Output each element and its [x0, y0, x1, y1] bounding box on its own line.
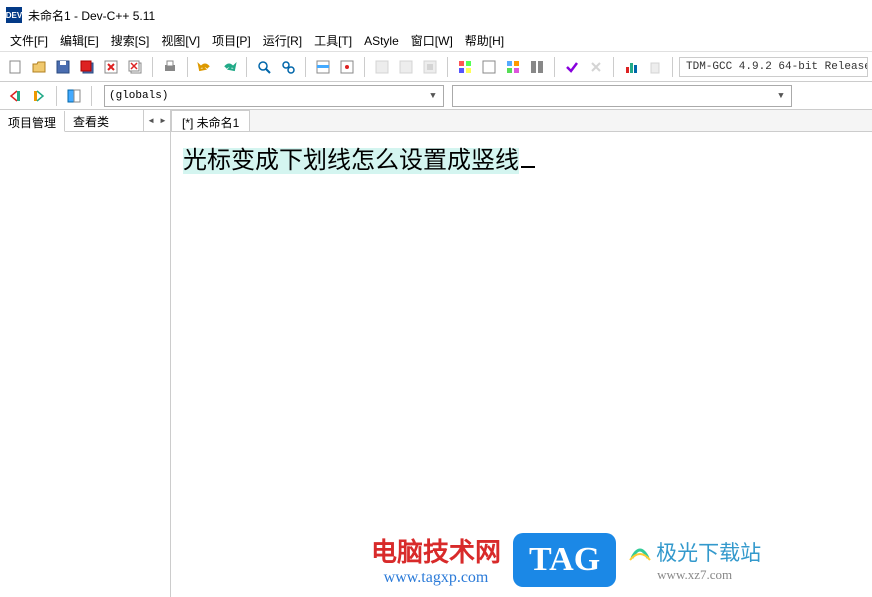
chevron-down-icon: ▼: [773, 88, 789, 104]
watermark-tag-badge: TAG: [513, 533, 616, 587]
toolbar-separator: [554, 57, 555, 77]
watermark-site2: 极光下载站 www.xz7.com: [628, 537, 761, 583]
side-tab-project[interactable]: 项目管理: [0, 111, 65, 132]
menu-search[interactable]: 搜索[S]: [105, 30, 156, 51]
watermark-site1-url: www.tagxp.com: [384, 569, 489, 587]
compiler-selector[interactable]: TDM-GCC 4.9.2 64-bit Release: [679, 57, 868, 77]
title-bar: DEV 未命名1 - Dev-C++ 5.11: [0, 0, 872, 30]
compile-button[interactable]: [371, 56, 393, 78]
chevron-down-icon: ▼: [425, 88, 441, 104]
toolbar-separator: [91, 86, 92, 106]
watermark-site1: 电脑技术网 www.tagxp.com: [371, 532, 501, 587]
replace-button[interactable]: [277, 56, 299, 78]
window-title: 未命名1 - Dev-C++ 5.11: [28, 7, 155, 24]
debug-grid1-button[interactable]: [454, 56, 476, 78]
bookmark-panel-button[interactable]: [63, 85, 85, 107]
watermark-overlay: 电脑技术网 www.tagxp.com TAG 极光下载站 www.xz7.co…: [371, 532, 761, 587]
toolbar-separator: [364, 57, 365, 77]
scope-combo[interactable]: (globals) ▼: [104, 85, 444, 107]
code-editor[interactable]: 光标变成下划线怎么设置成竖线 电脑技术网 www.tagxp.com TAG 极…: [171, 132, 872, 597]
new-file-button[interactable]: [4, 56, 26, 78]
tab-nav-right-icon[interactable]: ►: [157, 116, 169, 125]
text-cursor-underscore-icon: [521, 166, 535, 168]
debug-grid2-button[interactable]: [478, 56, 500, 78]
file-tabs: [*] 未命名1: [171, 110, 872, 132]
side-tab-classview[interactable]: 查看类: [65, 110, 144, 131]
debug-grid3-button[interactable]: [502, 56, 524, 78]
menu-bar: 文件[F] 编辑[E] 搜索[S] 视图[V] 项目[P] 运行[R] 工具[T…: [0, 30, 872, 52]
menu-help[interactable]: 帮助[H]: [459, 30, 510, 51]
aurora-logo-icon: [628, 540, 652, 564]
profile-button[interactable]: [620, 56, 642, 78]
close-button[interactable]: [100, 56, 122, 78]
find-button[interactable]: [253, 56, 275, 78]
watermark-site1-name: 电脑技术网: [371, 532, 501, 569]
watermark-site2-url: www.xz7.com: [657, 567, 732, 583]
toolbar-separator: [152, 57, 153, 77]
save-button[interactable]: [52, 56, 74, 78]
app-icon: DEV: [6, 7, 22, 23]
watermark-site2-name: 极光下载站: [628, 537, 761, 567]
side-tabs: 项目管理 查看类 ◄ ►: [0, 110, 170, 132]
editor-panel: [*] 未命名1 光标变成下划线怎么设置成竖线 电脑技术网 www.tagxp.…: [171, 110, 872, 597]
member-combo[interactable]: ▼: [452, 85, 792, 107]
editor-line-1: 光标变成下划线怎么设置成竖线: [183, 148, 519, 174]
redo-button[interactable]: [218, 56, 240, 78]
debug-grid4-button[interactable]: [526, 56, 548, 78]
print-button[interactable]: [159, 56, 181, 78]
close-all-button[interactable]: [124, 56, 146, 78]
menu-project[interactable]: 项目[P]: [206, 30, 257, 51]
debug-stop-button[interactable]: [585, 56, 607, 78]
menu-window[interactable]: 窗口[W]: [405, 30, 459, 51]
compile-run-button[interactable]: [419, 56, 441, 78]
context-toolbar: (globals) ▼ ▼: [0, 82, 872, 110]
project-tree[interactable]: [0, 132, 170, 597]
toolbar-separator: [447, 57, 448, 77]
menu-view[interactable]: 视图[V]: [155, 30, 206, 51]
menu-astyle[interactable]: AStyle: [358, 32, 405, 50]
main-toolbar: TDM-GCC 4.9.2 64-bit Release: [0, 52, 872, 82]
toolbar-separator: [246, 57, 247, 77]
watermark-site2-label: 极光下载站: [656, 537, 761, 567]
bookmark-button[interactable]: [336, 56, 358, 78]
menu-file[interactable]: 文件[F]: [4, 30, 54, 51]
undo-button[interactable]: [194, 56, 216, 78]
scope-combo-value: (globals): [109, 90, 168, 102]
run-button[interactable]: [395, 56, 417, 78]
insert-left-button[interactable]: [4, 85, 26, 107]
goto-button[interactable]: [312, 56, 334, 78]
toolbar-separator: [305, 57, 306, 77]
toolbar-separator: [56, 86, 57, 106]
side-panel: 项目管理 查看类 ◄ ►: [0, 110, 171, 597]
delete-button[interactable]: [644, 56, 666, 78]
tab-nav-left-icon[interactable]: ◄: [145, 116, 157, 125]
menu-tools[interactable]: 工具[T]: [308, 30, 358, 51]
file-tab-unnamed1[interactable]: [*] 未命名1: [171, 110, 250, 131]
main-area: 项目管理 查看类 ◄ ► [*] 未命名1 光标变成下划线怎么设置成竖线 电脑技…: [0, 110, 872, 597]
menu-run[interactable]: 运行[R]: [257, 30, 308, 51]
insert-right-button[interactable]: [28, 85, 50, 107]
toolbar-separator: [187, 57, 188, 77]
side-tab-nav: ◄ ►: [144, 110, 170, 131]
toolbar-separator: [672, 57, 673, 77]
open-button[interactable]: [28, 56, 50, 78]
toolbar-separator: [613, 57, 614, 77]
debug-check-button[interactable]: [561, 56, 583, 78]
menu-edit[interactable]: 编辑[E]: [54, 30, 105, 51]
save-all-button[interactable]: [76, 56, 98, 78]
